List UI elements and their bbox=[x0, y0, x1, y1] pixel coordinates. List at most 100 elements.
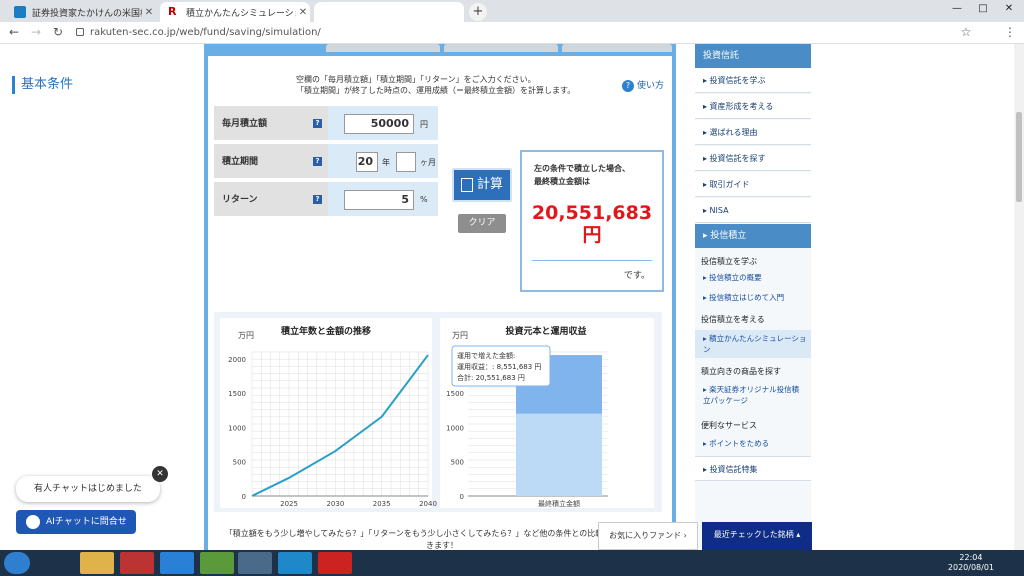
charts-area: 積立年数と金額の推移 万円 0 500 1000 1500 2000 2025 2030 2035… bbox=[214, 312, 662, 512]
system-clock[interactable]: 22:04 2020/08/01 bbox=[948, 553, 994, 573]
minimize-icon[interactable]: — bbox=[946, 2, 968, 18]
address-bar[interactable]: rakuten-sec.co.jp/web/fund/saving/simula… bbox=[72, 25, 982, 41]
edge-icon[interactable] bbox=[278, 552, 312, 574]
app-icon[interactable] bbox=[200, 552, 234, 574]
period-years-input[interactable]: 20 bbox=[356, 152, 378, 172]
line-chart-title: 積立年数と金額の推移 bbox=[280, 325, 371, 337]
charts-svg: 積立年数と金額の推移万円 0 500 1000 1500 2000 2025 2030 2035… bbox=[220, 318, 654, 508]
sidebar-link-label: 積立かんたんシミュレーション bbox=[703, 334, 807, 354]
tooltip-line: 運用収益：: 8,551,683 円 bbox=[457, 362, 541, 371]
menu-dots-icon[interactable]: ⋮ bbox=[1002, 25, 1018, 41]
sidebar-item[interactable]: ▸ 投資信託を探す bbox=[695, 146, 811, 171]
result-yen: 円 bbox=[582, 224, 602, 246]
sidebar-link[interactable]: ▸ 投信積立の概要 bbox=[703, 272, 805, 283]
tab-strip: 証券投資家たかけんの米国株ク ✕ R 積立かんたんシミュレーション ✕ + — … bbox=[0, 0, 1024, 22]
result-box: 左の条件で積立した場合、 最終積立金額は 20,551,683 円 です。 bbox=[520, 150, 664, 292]
sidebar-item[interactable]: ▸ 資産形成を考える bbox=[695, 94, 811, 119]
chrome-icon[interactable] bbox=[238, 552, 272, 574]
sidebar-link-label: 投信積立の概要 bbox=[709, 273, 762, 282]
tooltip-line: 運用で増えた金額: bbox=[457, 351, 515, 360]
sidebar-link[interactable]: ▸ ポイントをためる bbox=[703, 438, 805, 449]
return-input[interactable]: 5 bbox=[344, 190, 414, 210]
start-button-icon[interactable] bbox=[4, 552, 30, 574]
monthly-amount-cell: 50000 円 bbox=[328, 106, 438, 142]
rakuten-favicon-icon: R bbox=[168, 5, 177, 18]
maximize-icon[interactable]: □ bbox=[972, 2, 994, 18]
help-icon[interactable]: ? bbox=[313, 157, 322, 166]
reload-icon[interactable]: ↻ bbox=[50, 25, 66, 41]
line-chart-ylabel: 万円 bbox=[238, 331, 254, 340]
sidebar-item[interactable]: ▸ 取引ガイド bbox=[695, 172, 811, 197]
top-tab-2[interactable] bbox=[326, 44, 440, 52]
app-icon[interactable] bbox=[120, 552, 154, 574]
chat-bubble[interactable]: 有人チャットはじめました bbox=[16, 476, 160, 502]
calculate-label: 計算 bbox=[476, 177, 503, 192]
form-description-1: 空欄の「毎月積立額」「積立期間」「リターン」をご入力ください。 bbox=[296, 75, 536, 84]
bookmark-star-icon[interactable]: ☆ bbox=[958, 25, 974, 41]
return-label: リターン? bbox=[214, 182, 328, 218]
section-title: 基本条件 bbox=[12, 76, 73, 94]
clock-date: 2020/08/01 bbox=[947, 563, 994, 572]
page-scrollbar[interactable] bbox=[1014, 44, 1024, 550]
close-icon[interactable]: ✕ bbox=[152, 466, 168, 482]
y-tick-label: 500 bbox=[233, 459, 246, 467]
sidebar-link-active[interactable]: ▸ 積立かんたんシミュレーション bbox=[695, 330, 811, 358]
clear-button[interactable]: クリア bbox=[458, 214, 506, 233]
scrollbar-thumb[interactable] bbox=[1016, 112, 1022, 202]
recent-checked-button[interactable]: 最近チェックした銘柄 ▴ bbox=[702, 522, 812, 550]
period-months-input[interactable] bbox=[396, 152, 416, 172]
y-tick-label: 500 bbox=[451, 459, 464, 467]
monthly-amount-input[interactable]: 50000 bbox=[344, 114, 414, 134]
browser-tab-1[interactable]: 証券投資家たかけんの米国株ク ✕ bbox=[6, 2, 156, 22]
sidebar-link[interactable]: ▸ 楽天証券オリジナル投信積立パッケージ bbox=[703, 384, 805, 406]
page-viewport: 基本条件 空欄の「毎月積立額」「積立期間」「リターン」をご入力ください。 「積立… bbox=[0, 44, 1014, 550]
close-window-icon[interactable]: ✕ bbox=[998, 2, 1020, 18]
url-text: rakuten-sec.co.jp/web/fund/saving/simula… bbox=[90, 27, 321, 38]
x-tick-label: 2040 bbox=[419, 500, 437, 508]
sidebar-subheader-label: 投信積立 bbox=[710, 231, 747, 241]
ai-chat-label: AIチャットに問合せ bbox=[46, 517, 127, 527]
x-tick-label: 2030 bbox=[326, 500, 344, 508]
help-icon[interactable]: ? bbox=[313, 119, 322, 128]
howto-link[interactable]: ? 使い方 bbox=[622, 78, 664, 92]
sidebar-item-last[interactable]: ▸ 投資信託特集 bbox=[695, 456, 811, 481]
ai-chat-button[interactable]: AIチャットに問合せ bbox=[16, 510, 136, 534]
sidebar-item-label: 投資信託特集 bbox=[709, 465, 758, 474]
sidebar-link[interactable]: ▸ 投信積立はじめて入門 bbox=[703, 292, 805, 303]
top-tab-1[interactable] bbox=[212, 44, 322, 52]
sidebar-item[interactable]: ▸ 選ばれる理由 bbox=[695, 120, 811, 145]
new-tab-button[interactable]: + bbox=[469, 3, 487, 21]
sidebar-subheader[interactable]: ▸ 投信積立 bbox=[695, 224, 811, 248]
sidebar-group-title: 積立向きの商品を探す bbox=[701, 367, 781, 376]
favorite-funds-button[interactable]: お気に入りファンド › bbox=[598, 522, 698, 550]
help-icon[interactable]: ? bbox=[313, 195, 322, 204]
close-tab-icon[interactable]: ✕ bbox=[296, 7, 310, 18]
browser-tab-3[interactable] bbox=[314, 2, 464, 22]
close-tab-icon[interactable]: ✕ bbox=[142, 7, 156, 18]
forward-arrow-icon[interactable]: → bbox=[28, 25, 44, 41]
howto-label: 使い方 bbox=[637, 81, 665, 91]
top-tab-4[interactable] bbox=[562, 44, 672, 52]
period-label: 積立期間? bbox=[214, 144, 328, 180]
app-icon[interactable] bbox=[318, 552, 352, 574]
sidebar-group-title: 投信積立を学ぶ bbox=[701, 257, 757, 266]
bar-principal bbox=[516, 413, 602, 496]
result-amount: 20,551,683 bbox=[531, 202, 653, 224]
top-tab-3[interactable] bbox=[444, 44, 558, 52]
question-icon: ? bbox=[622, 80, 634, 92]
file-explorer-icon[interactable] bbox=[80, 552, 114, 574]
sidebar-item[interactable]: ▸ NISA bbox=[695, 198, 811, 223]
back-arrow-icon[interactable]: ← bbox=[6, 25, 22, 41]
ie-icon[interactable] bbox=[160, 552, 194, 574]
form-description-2: 「積立期間」が終了した時点の、運用成績（＝最終積立金額）を計算します。 bbox=[296, 86, 576, 95]
calculate-button[interactable]: 計算 bbox=[452, 168, 512, 202]
browser-tab-2[interactable]: R 積立かんたんシミュレーション ✕ bbox=[160, 2, 310, 22]
sidebar-link-label: 楽天証券オリジナル投信積立パッケージ bbox=[703, 385, 800, 405]
tooltip-line: 合計: 20,551,683 円 bbox=[457, 373, 525, 382]
y-tick-label: 0 bbox=[460, 493, 464, 501]
sidebar-item[interactable]: ▸ 投資信託を学ぶ bbox=[695, 68, 811, 93]
result-caption-2: 最終積立金額は bbox=[534, 177, 590, 186]
monthly-amount-label: 毎月積立額? bbox=[214, 106, 328, 142]
result-caption-1: 左の条件で積立した場合、 bbox=[534, 164, 630, 173]
bar-chart-title: 投資元本と運用収益 bbox=[505, 325, 586, 337]
